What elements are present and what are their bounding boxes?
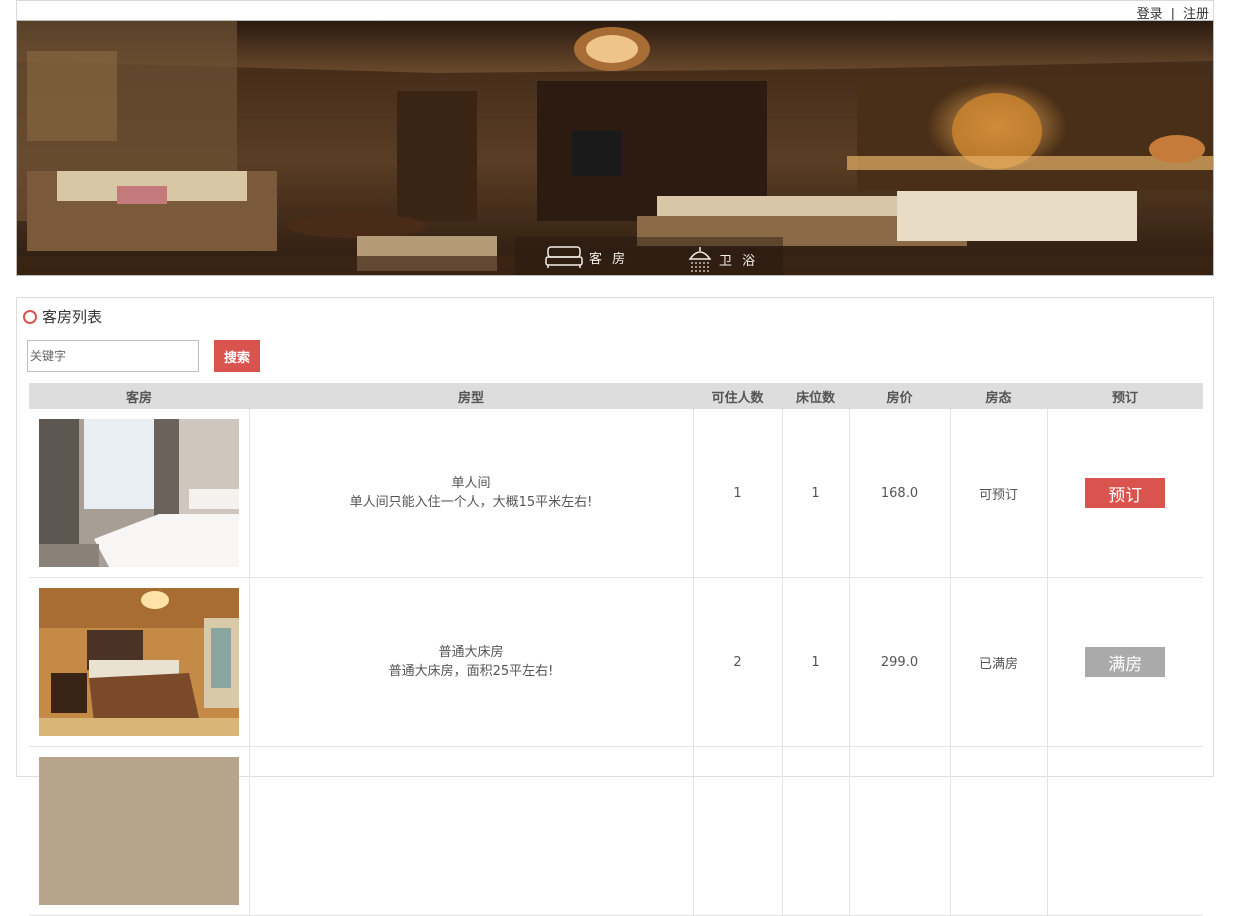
book-cell: 预订 bbox=[1047, 409, 1203, 578]
single-room-photo bbox=[38, 419, 239, 567]
price-cell: 299.0 bbox=[849, 577, 951, 747]
book-cell: 满房 bbox=[1047, 577, 1203, 747]
nav-bathroom[interactable]: 卫 浴 bbox=[687, 245, 758, 273]
room-type-cell: 普通大床房 普通大床房，面积25平左右! bbox=[249, 577, 694, 747]
capacity-cell: 1 bbox=[693, 409, 783, 578]
section-title: 客房列表 bbox=[23, 306, 102, 327]
room-type-description: 单人间只能入住一个人，大概15平米左右! bbox=[349, 495, 593, 510]
nav-rooms-label: 客 房 bbox=[589, 251, 629, 267]
room-type-cell bbox=[249, 746, 694, 916]
table-row: 普通大床房 普通大床房，面积25平左右! 2 1 299.0 已满房 满房 bbox=[29, 577, 1203, 747]
hero-banner: 客 房 卫 浴 bbox=[16, 20, 1214, 276]
column-header-type: 房型 bbox=[249, 383, 693, 409]
beds-cell: 1 bbox=[782, 577, 850, 747]
status-cell: 可预订 bbox=[950, 409, 1048, 578]
room-type-name: 单人间 bbox=[451, 476, 491, 491]
beds-cell: 1 bbox=[782, 409, 850, 578]
book-cell bbox=[1047, 746, 1203, 916]
capacity-cell bbox=[693, 746, 783, 916]
status-cell: 已满房 bbox=[950, 577, 1048, 747]
room-photo-cell bbox=[29, 746, 250, 916]
price-cell: 168.0 bbox=[849, 409, 951, 578]
column-header-beds: 床位数 bbox=[782, 383, 849, 409]
rooms-table: 客房 房型 可住人数 床位数 房价 房态 预订 单人间 单人间只能入住一个人，大… bbox=[29, 383, 1203, 916]
room-type-name: 普通大床房 bbox=[438, 645, 504, 660]
banner-nav: 客 房 卫 浴 bbox=[515, 237, 783, 275]
table-row: 单人间 单人间只能入住一个人，大概15平米左右! 1 1 168.0 可预订 预… bbox=[29, 409, 1203, 578]
shower-icon bbox=[688, 247, 712, 272]
room-photo-cell bbox=[29, 409, 250, 578]
room-type-description: 普通大床房，面积25平左右! bbox=[388, 664, 554, 679]
room-list-panel: 客房列表 搜索 客房 房型 可住人数 床位数 房价 房态 预订 bbox=[16, 297, 1214, 916]
column-header-price: 房价 bbox=[849, 383, 950, 409]
column-header-book: 预订 bbox=[1047, 383, 1203, 409]
column-header-status: 房态 bbox=[950, 383, 1047, 409]
search-button[interactable]: 搜索 bbox=[214, 340, 260, 372]
book-button[interactable]: 预订 bbox=[1085, 478, 1166, 508]
price-cell bbox=[849, 746, 951, 916]
room-type-cell: 单人间 单人间只能入住一个人，大概15平米左右! bbox=[249, 409, 694, 578]
room-photo-cell bbox=[29, 577, 250, 747]
circle-icon bbox=[23, 309, 37, 324]
room-photo bbox=[38, 757, 239, 905]
full-button[interactable]: 满房 bbox=[1085, 647, 1166, 677]
capacity-cell: 2 bbox=[693, 577, 783, 747]
double-room-photo bbox=[38, 588, 239, 736]
column-header-room: 客房 bbox=[29, 383, 249, 409]
table-row bbox=[29, 746, 1203, 916]
section-title-text: 客房列表 bbox=[42, 308, 103, 326]
nav-bathroom-label: 卫 浴 bbox=[719, 253, 759, 269]
nav-rooms[interactable]: 客 房 bbox=[545, 245, 628, 269]
search-input[interactable] bbox=[27, 340, 199, 372]
table-header-row: 客房 房型 可住人数 床位数 房价 房态 预订 bbox=[29, 383, 1203, 409]
bed-icon bbox=[545, 246, 583, 268]
status-cell bbox=[950, 746, 1048, 916]
column-header-capacity: 可住人数 bbox=[693, 383, 782, 409]
beds-cell bbox=[782, 746, 850, 916]
top-bar: 登录 | 注册 bbox=[16, 0, 1214, 22]
